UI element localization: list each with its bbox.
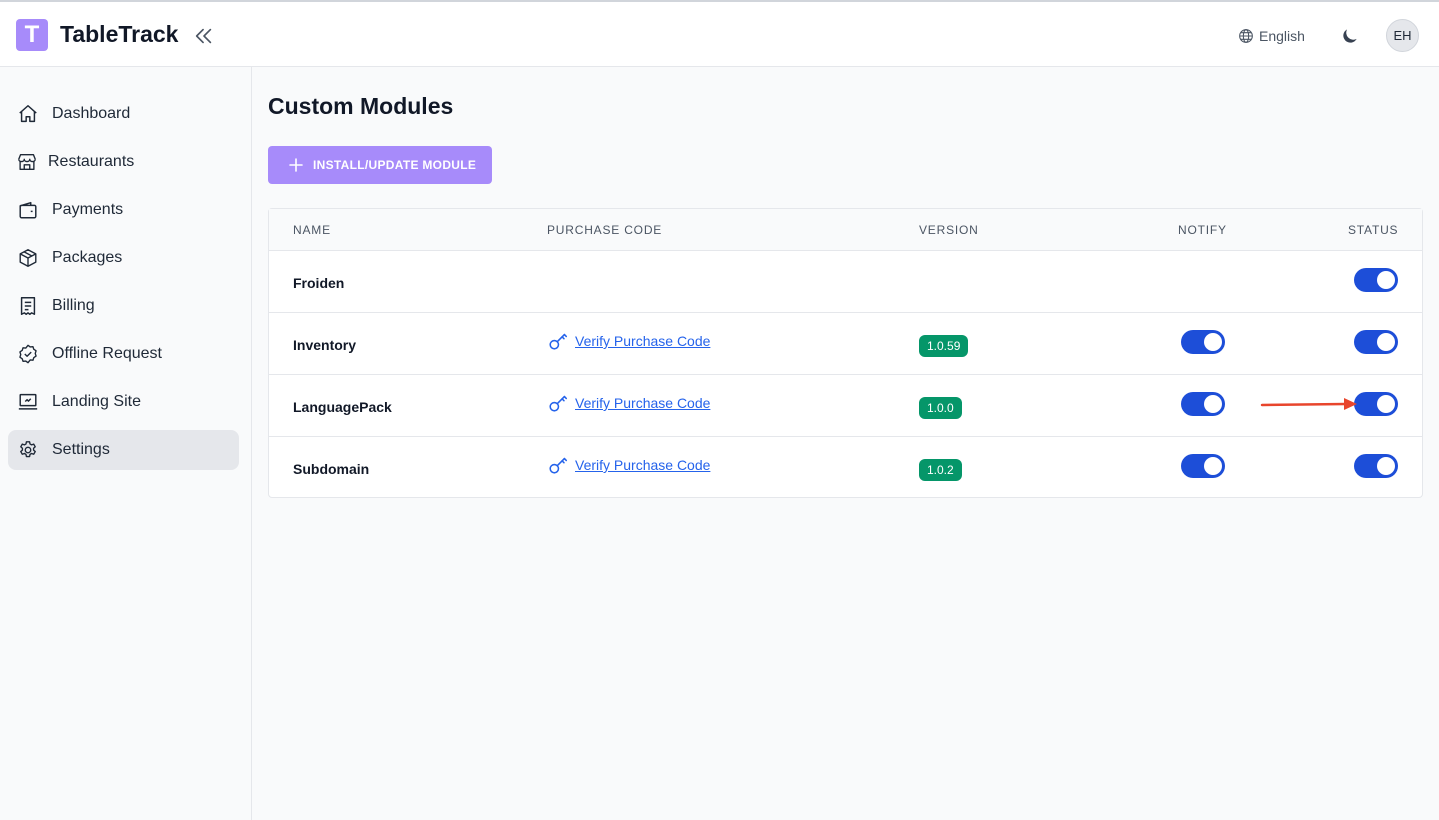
column-header-name: NAME — [293, 223, 331, 237]
verify-purchase-code-label: Verify Purchase Code — [575, 395, 711, 411]
modules-table: NAME PURCHASE CODE VERSION NOTIFY STATUS… — [268, 208, 1423, 498]
column-header-purchase-code: PURCHASE CODE — [547, 223, 663, 237]
sidebar-item-label: Billing — [52, 297, 95, 314]
sidebar-item-dashboard[interactable]: Dashboard — [8, 94, 239, 134]
version-badge: 1.0.2 — [919, 459, 962, 481]
version-badge: 1.0.0 — [919, 397, 962, 419]
wallet-icon — [19, 201, 37, 219]
column-header-status: STATUS — [1348, 223, 1399, 237]
module-name: Inventory — [293, 337, 357, 353]
verify-purchase-code-link[interactable]: Verify Purchase Code — [547, 454, 710, 476]
sidebar-item-packages[interactable]: Packages — [8, 238, 239, 278]
language-label: English — [1259, 28, 1305, 44]
table-row: Subdomain Verify Purchase Code 1.0.2 — [269, 437, 1422, 499]
install-button-label: INSTALL/UPDATE MODULE — [313, 158, 477, 172]
receipt-icon — [20, 297, 36, 315]
sidebar-item-label: Landing Site — [52, 393, 141, 410]
user-avatar[interactable]: EH — [1386, 19, 1419, 52]
table-row: Froiden — [269, 251, 1422, 313]
notify-toggle[interactable] — [1181, 392, 1225, 416]
brand-name: TableTrack — [60, 21, 179, 47]
verify-purchase-code-link[interactable]: Verify Purchase Code — [547, 392, 710, 414]
store-icon — [18, 153, 36, 171]
module-name: Subdomain — [293, 461, 370, 477]
sidebar-item-label: Restaurants — [48, 153, 135, 170]
notify-toggle[interactable] — [1181, 330, 1225, 354]
sidebar: Dashboard Restaurants Payments Packages … — [0, 67, 252, 820]
verify-purchase-code-link[interactable]: Verify Purchase Code — [547, 330, 710, 352]
column-header-notify: NOTIFY — [1178, 223, 1227, 237]
sidebar-item-landing-site[interactable]: Landing Site — [8, 382, 239, 422]
sidebar-item-label: Settings — [52, 441, 110, 458]
sidebar-item-settings[interactable]: Settings — [8, 430, 239, 470]
table-header: NAME PURCHASE CODE VERSION NOTIFY STATUS — [269, 209, 1422, 251]
plus-icon — [289, 158, 303, 172]
sidebar-item-label: Payments — [52, 201, 124, 218]
install-update-module-button[interactable]: INSTALL/UPDATE MODULE — [268, 146, 492, 184]
key-icon — [549, 333, 568, 350]
status-toggle[interactable] — [1354, 330, 1398, 354]
version-badge: 1.0.59 — [919, 335, 969, 357]
sidebar-item-label: Dashboard — [52, 105, 131, 122]
annotation-arrow-icon — [1260, 398, 1357, 410]
verify-purchase-code-label: Verify Purchase Code — [575, 457, 711, 473]
language-selector[interactable]: English — [1238, 26, 1305, 46]
table-row: Inventory Verify Purchase Code 1.0.59 — [269, 313, 1422, 375]
module-name: LanguagePack — [293, 399, 392, 415]
sidebar-item-payments[interactable]: Payments — [8, 190, 239, 230]
sidebar-item-offline-request[interactable]: Offline Request — [8, 334, 239, 374]
status-toggle[interactable] — [1354, 454, 1398, 478]
home-icon — [19, 105, 37, 123]
globe-icon — [1239, 29, 1253, 43]
sidebar-item-restaurants[interactable]: Restaurants — [8, 142, 239, 182]
module-name: Froiden — [293, 275, 345, 291]
sidebar-item-billing[interactable]: Billing — [8, 286, 239, 326]
badge-check-icon — [19, 344, 37, 364]
table-row: LanguagePack Verify Purchase Code 1.0.0 — [269, 375, 1422, 437]
sidebar-item-label: Packages — [52, 249, 123, 266]
collapse-sidebar-icon[interactable] — [193, 25, 215, 47]
verify-purchase-code-label: Verify Purchase Code — [575, 333, 711, 349]
top-bar: T TableTrack English EH — [0, 0, 1439, 67]
package-icon — [19, 249, 37, 267]
logo-icon: T — [16, 19, 48, 51]
gear-icon — [20, 441, 36, 458]
status-toggle[interactable] — [1354, 268, 1398, 292]
page-title: Custom Modules — [268, 93, 454, 119]
monitor-icon — [18, 393, 38, 410]
key-icon — [549, 457, 568, 474]
column-header-version: VERSION — [919, 223, 979, 237]
sidebar-item-label: Offline Request — [52, 345, 162, 362]
notify-toggle[interactable] — [1181, 454, 1225, 478]
moon-icon[interactable] — [1340, 26, 1360, 46]
key-icon — [549, 395, 568, 412]
status-toggle[interactable] — [1354, 392, 1398, 416]
